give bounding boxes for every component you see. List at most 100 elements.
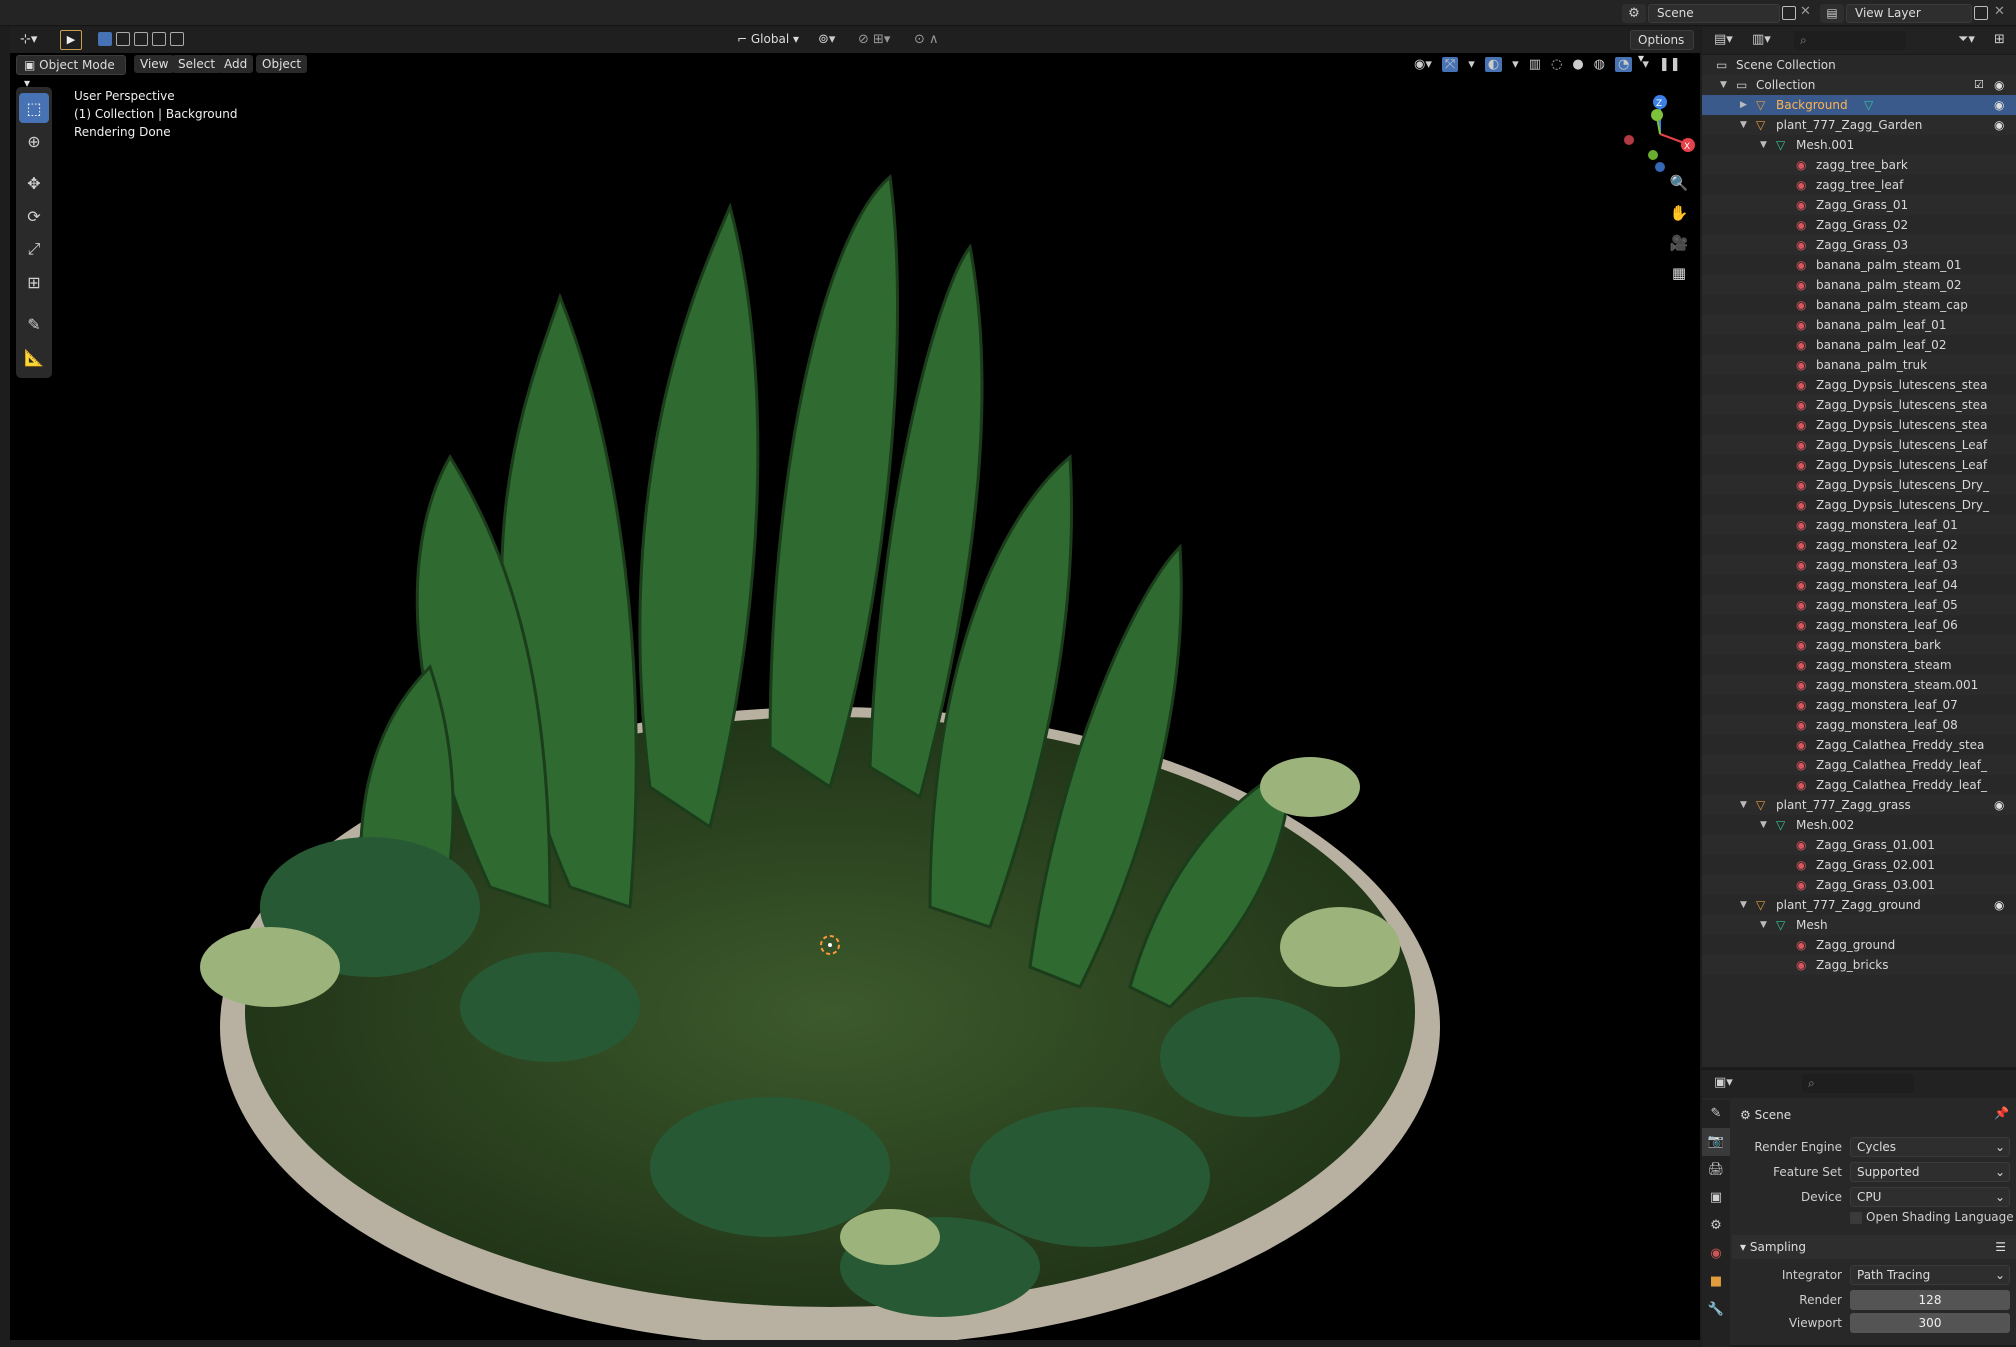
new-view-layer-icon[interactable]	[1974, 6, 1988, 20]
rotate-tool-icon[interactable]: ⟳	[19, 201, 49, 231]
render-samples-field[interactable]: 128	[1850, 1290, 2010, 1310]
sampling-panel-header[interactable]: ▾ Sampling ☰	[1732, 1235, 2016, 1259]
visibility-eye-icon[interactable]: ◉	[1994, 795, 2004, 815]
outliner-row[interactable]: ▼ ▽ plant_777_Zagg_ground ◉	[1702, 895, 2016, 915]
outliner-row[interactable]: ◉ zagg_monstera_leaf_03	[1702, 555, 2016, 575]
outliner-row[interactable]: ◉ banana_palm_steam_01	[1702, 255, 2016, 275]
scale-tool-icon[interactable]: ⤢	[19, 234, 49, 264]
outliner-row[interactable]: ◉ zagg_monstera_leaf_04	[1702, 575, 2016, 595]
render-tab-icon[interactable]: 📷	[1702, 1128, 1730, 1156]
viewport-samples-field[interactable]: 300	[1850, 1313, 2010, 1333]
outliner-row[interactable]: ◉ banana_palm_leaf_02	[1702, 335, 2016, 355]
expand-arrow-right-icon[interactable]: ▶	[1740, 95, 1747, 115]
select-box-tool-icon[interactable]: ⬚	[19, 93, 49, 123]
view-layer-tab-icon[interactable]: ▣	[1702, 1184, 1730, 1212]
expand-arrow-down-icon[interactable]: ▼	[1740, 795, 1747, 815]
outliner-row[interactable]: ◉ Zagg_Grass_01	[1702, 195, 2016, 215]
expand-arrow-down-icon[interactable]: ▼	[1760, 815, 1767, 835]
osl-checkbox[interactable]	[1850, 1212, 1862, 1224]
outliner-row[interactable]: ▼ ▽ plant_777_Zagg_Garden ◉	[1702, 115, 2016, 135]
outliner-row[interactable]: ◉ zagg_monstera_leaf_06	[1702, 615, 2016, 635]
outliner-row[interactable]: ◉ banana_palm_steam_02	[1702, 275, 2016, 295]
tool-tab-icon[interactable]: ✎	[1702, 1100, 1730, 1128]
outliner-row[interactable]: ▶ ▽ Background ▽ ◉	[1702, 95, 2016, 115]
outliner-row[interactable]: ◉ Zagg_Grass_01.001	[1702, 835, 2016, 855]
outliner-row[interactable]: ◉ Zagg_Dypsis_lutescens_stea	[1702, 415, 2016, 435]
outliner-filter-icon[interactable]: ⏷▾	[1958, 32, 1975, 47]
outliner-row[interactable]: ◉ zagg_tree_leaf	[1702, 175, 2016, 195]
mesh-data-icon[interactable]: ▽	[1864, 95, 1873, 115]
ortho-toggle-icon[interactable]: ▦	[1665, 259, 1693, 287]
visibility-eye-icon[interactable]: ◉	[1994, 75, 2004, 95]
expand-arrow-down-icon[interactable]: ▼	[1720, 75, 1727, 95]
outliner-row[interactable]: ◉ Zagg_Calathea_Freddy_leaf_	[1702, 755, 2016, 775]
outliner-row[interactable]: ▼ ▽ Mesh.001	[1702, 135, 2016, 155]
zoom-icon[interactable]: 🔍	[1665, 169, 1693, 197]
outliner-row[interactable]: ▼ ▽ plant_777_Zagg_grass ◉	[1702, 795, 2016, 815]
outliner-row[interactable]: ◉ Zagg_Dypsis_lutescens_stea	[1702, 375, 2016, 395]
properties-editor-type-icon[interactable]: ▣▾	[1714, 1075, 1733, 1090]
outliner-row[interactable]: ◉ Zagg_Dypsis_lutescens_stea	[1702, 395, 2016, 415]
outliner-row[interactable]: ◉ Zagg_Grass_02	[1702, 215, 2016, 235]
outliner-row[interactable]: ▭ Scene Collection	[1702, 55, 2016, 75]
outliner-row[interactable]: ◉ banana_palm_steam_cap	[1702, 295, 2016, 315]
delete-view-layer-icon[interactable]: ✕	[1994, 4, 2005, 19]
integrator-dropdown[interactable]: Path Tracing ⌄	[1850, 1265, 2010, 1285]
outliner-row[interactable]: ◉ Zagg_Dypsis_lutescens_Dry_	[1702, 475, 2016, 495]
outliner-row[interactable]: ▼ ▭ Collection ☑ ◉	[1702, 75, 2016, 95]
expand-arrow-down-icon[interactable]: ▼	[1760, 135, 1767, 155]
outliner-row[interactable]: ◉ zagg_tree_bark	[1702, 155, 2016, 175]
camera-view-icon[interactable]: 🎥	[1665, 229, 1693, 257]
delete-scene-icon[interactable]: ✕	[1800, 4, 1811, 19]
presets-icon[interactable]: ☰	[1995, 1235, 2006, 1259]
feature-set-dropdown[interactable]: Supported ⌄	[1850, 1162, 2010, 1182]
transform-tool-icon[interactable]: ⊞	[19, 267, 49, 297]
annotate-tool-icon[interactable]: ✎	[19, 309, 49, 339]
object-tab-icon[interactable]: ■	[1702, 1268, 1730, 1296]
outliner-search-input[interactable]: ⌕	[1794, 31, 1906, 50]
outliner-row[interactable]: ◉ zagg_monstera_leaf_07	[1702, 695, 2016, 715]
exclude-checkbox-icon[interactable]: ☑	[1974, 75, 1984, 95]
outliner-row[interactable]: ◉ zagg_monstera_leaf_08	[1702, 715, 2016, 735]
move-tool-icon[interactable]: ✥	[19, 168, 49, 198]
outliner-row[interactable]: ◉ zagg_monstera_steam.001	[1702, 675, 2016, 695]
expand-arrow-down-icon[interactable]: ▼	[1740, 895, 1747, 915]
new-collection-icon[interactable]: ⊞	[1994, 32, 2005, 47]
outliner-row[interactable]: ▼ ▽ Mesh	[1702, 915, 2016, 935]
expand-arrow-down-icon[interactable]: ▼	[1760, 915, 1767, 935]
visibility-eye-icon[interactable]: ◉	[1994, 895, 2004, 915]
cursor-tool-icon[interactable]: ⊕	[19, 126, 49, 156]
pin-icon[interactable]: 📌	[1994, 1106, 2009, 1120]
outliner-row[interactable]: ◉ zagg_monstera_leaf_02	[1702, 535, 2016, 555]
properties-search-input[interactable]: ⌕	[1802, 1074, 1914, 1093]
scene-name-field[interactable]: Scene	[1648, 4, 1780, 23]
outliner-display-mode-icon[interactable]: ▥▾	[1752, 32, 1771, 47]
outliner-row[interactable]: ▼ ▽ Mesh.002	[1702, 815, 2016, 835]
world-tab-icon[interactable]: ◉	[1702, 1240, 1730, 1268]
outliner-row[interactable]: ◉ Zagg_Grass_03	[1702, 235, 2016, 255]
modifier-tab-icon[interactable]: 🔧	[1702, 1296, 1730, 1324]
expand-arrow-down-icon[interactable]: ▼	[1740, 115, 1747, 135]
pan-hand-icon[interactable]: ✋	[1665, 199, 1693, 227]
outliner-row[interactable]: ◉ Zagg_Calathea_Freddy_leaf_	[1702, 775, 2016, 795]
scene-selector-icon[interactable]: ⚙	[1622, 4, 1646, 23]
outliner-row[interactable]: ◉ Zagg_Calathea_Freddy_stea	[1702, 735, 2016, 755]
outliner-row[interactable]: ◉ zagg_monstera_leaf_05	[1702, 595, 2016, 615]
outliner-row[interactable]: ◉ Zagg_Grass_02.001	[1702, 855, 2016, 875]
scene-tab-icon[interactable]: ⚙	[1702, 1212, 1730, 1240]
outliner-row[interactable]: ◉ Zagg_bricks	[1702, 955, 2016, 975]
outliner-row[interactable]: ◉ banana_palm_truk	[1702, 355, 2016, 375]
visibility-eye-icon[interactable]: ◉	[1994, 95, 2004, 115]
3d-viewport[interactable]: ⊹▾ ▶ ⌐ Global ▾ ⊚▾ ⊘ ⊞▾ ⊙ ∧ Options ▾ ▣ …	[10, 27, 1700, 1340]
outliner-row[interactable]: ◉ zagg_monstera_bark	[1702, 635, 2016, 655]
visibility-eye-icon[interactable]: ◉	[1994, 115, 2004, 135]
output-tab-icon[interactable]: 🖨	[1702, 1156, 1730, 1184]
new-scene-icon[interactable]	[1782, 6, 1796, 20]
render-engine-dropdown[interactable]: Cycles ⌄	[1850, 1137, 2010, 1157]
outliner-row[interactable]: ◉ zagg_monstera_leaf_01	[1702, 515, 2016, 535]
outliner-row[interactable]: ◉ Zagg_ground	[1702, 935, 2016, 955]
outliner-row[interactable]: ◉ Zagg_Dypsis_lutescens_Dry_	[1702, 495, 2016, 515]
outliner-row[interactable]: ◉ banana_palm_leaf_01	[1702, 315, 2016, 335]
measure-tool-icon[interactable]: 📐	[19, 342, 49, 372]
outliner-row[interactable]: ◉ Zagg_Dypsis_lutescens_Leaf	[1702, 455, 2016, 475]
